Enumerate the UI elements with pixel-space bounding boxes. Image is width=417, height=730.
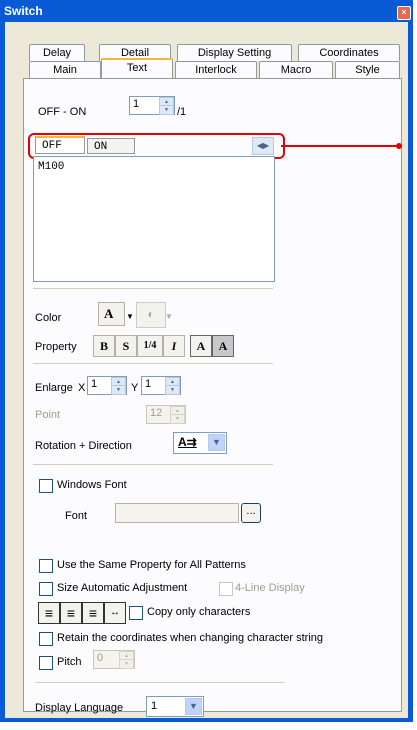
- italic-button[interactable]: I: [163, 335, 185, 357]
- enlarge-y-label: Y: [131, 382, 139, 394]
- rotation-dropdown[interactable]: A⇉ ▼: [173, 432, 227, 454]
- same-property-label: Use the Same Property for All Patterns: [57, 559, 246, 571]
- close-button[interactable]: ×: [397, 6, 411, 20]
- display-language-value: 1: [151, 700, 158, 712]
- separator: [35, 682, 285, 683]
- tab-interlock[interactable]: Interlock: [175, 61, 257, 78]
- retain-coordinates-label: Retain the coordinates when changing cha…: [57, 632, 323, 644]
- align-left-icon[interactable]: ≡: [38, 602, 60, 624]
- normal-style-button[interactable]: A: [190, 335, 212, 357]
- tab-style[interactable]: Style: [335, 61, 400, 78]
- copy-only-checkbox[interactable]: [129, 606, 143, 620]
- pitch-label: Pitch: [57, 656, 82, 668]
- point-spinner[interactable]: 12 ▲ ▼: [146, 405, 186, 424]
- chevron-down-icon[interactable]: ▼: [185, 698, 202, 715]
- separator: [33, 464, 273, 465]
- background-color-icon[interactable]: ◐: [136, 302, 166, 328]
- dialog-window: Switch × Delay Detail Display Setting Co…: [0, 0, 413, 722]
- windows-font-label: Windows Font: [57, 479, 127, 491]
- spin-down-icon[interactable]: ▼: [119, 659, 134, 669]
- point-value: 12: [150, 407, 163, 419]
- off-on-spinner[interactable]: 1 ▲ ▼: [129, 96, 175, 115]
- separator: [33, 288, 273, 289]
- pitch-spinner[interactable]: 0 ▲ ▼: [93, 650, 135, 669]
- window-title: Switch: [4, 4, 43, 18]
- bold-button[interactable]: B: [93, 335, 115, 357]
- color-label: Color: [35, 312, 62, 324]
- subtab-on[interactable]: ON: [87, 138, 135, 154]
- point-label: Point: [35, 409, 61, 421]
- reverse-style-button[interactable]: A: [212, 335, 234, 357]
- off-on-value: 1: [133, 98, 140, 110]
- off-on-total: /1: [177, 106, 187, 118]
- size-auto-label: Size Automatic Adjustment: [57, 582, 188, 594]
- dropdown-arrow-icon[interactable]: ▼: [165, 312, 173, 321]
- enlarge-x-label: X: [78, 382, 86, 394]
- tab-display-setting[interactable]: Display Setting: [177, 44, 292, 61]
- dialog-client: Delay Detail Display Setting Coordinates…: [5, 22, 408, 718]
- pitch-value: 0: [97, 652, 104, 664]
- property-label: Property: [35, 341, 77, 353]
- retain-coordinates-checkbox[interactable]: [39, 632, 53, 646]
- same-property-checkbox[interactable]: [39, 559, 53, 573]
- tab-text[interactable]: Text: [101, 58, 173, 78]
- callout-line: [281, 145, 398, 147]
- title-bar: Switch ×: [0, 0, 413, 22]
- align-center-icon[interactable]: ≡: [60, 602, 82, 624]
- font-browse-button[interactable]: ...: [241, 503, 261, 523]
- quarter-size-button[interactable]: 1/4: [137, 335, 163, 357]
- four-line-label: 4-Line Display: [235, 582, 305, 594]
- display-language-label: Display Language: [35, 702, 124, 714]
- rotation-label: Rotation + Direction: [35, 440, 132, 452]
- subtab-scroll-icon[interactable]: ◀▶: [252, 137, 274, 155]
- enlarge-y-value: 1: [145, 378, 152, 390]
- callout-dot: [396, 143, 402, 149]
- text-content-area[interactable]: M100: [33, 156, 275, 282]
- tab-main[interactable]: Main: [29, 61, 101, 78]
- text-content: M100: [38, 161, 65, 173]
- size-auto-checkbox[interactable]: [39, 582, 53, 596]
- spin-down-icon[interactable]: ▼: [170, 414, 185, 424]
- enlarge-label: Enlarge: [35, 382, 73, 394]
- font-color-button[interactable]: A: [98, 302, 125, 326]
- tab-coordinates[interactable]: Coordinates: [298, 44, 400, 61]
- display-language-dropdown[interactable]: 1 ▼: [146, 696, 204, 717]
- tab-delay[interactable]: Delay: [29, 44, 85, 61]
- font-label: Font: [65, 510, 88, 522]
- windows-font-checkbox[interactable]: [39, 479, 53, 493]
- tab-macro[interactable]: Macro: [259, 61, 333, 78]
- enlarge-x-spinner[interactable]: 1 ▲ ▼: [87, 376, 127, 395]
- spin-down-icon[interactable]: ▼: [165, 385, 180, 395]
- enlarge-y-spinner[interactable]: 1 ▲ ▼: [141, 376, 181, 395]
- copy-only-label: Copy only characters: [147, 606, 251, 618]
- enlarge-x-value: 1: [91, 378, 98, 390]
- align-right-icon[interactable]: ≡: [82, 602, 104, 624]
- pitch-checkbox[interactable]: [39, 656, 53, 670]
- chevron-down-icon[interactable]: ▼: [208, 434, 225, 451]
- text-direction-icon: A⇉: [178, 435, 197, 449]
- char-spacing-icon[interactable]: ↔: [104, 602, 126, 624]
- dropdown-arrow-icon[interactable]: ▼: [126, 312, 134, 321]
- four-line-checkbox[interactable]: [219, 582, 233, 596]
- subtab-off[interactable]: OFF: [35, 136, 85, 154]
- font-field[interactable]: [115, 503, 239, 523]
- spin-down-icon[interactable]: ▼: [159, 105, 174, 115]
- separator: [33, 363, 273, 364]
- spin-down-icon[interactable]: ▼: [111, 385, 126, 395]
- shadow-button[interactable]: S: [115, 335, 137, 357]
- off-on-label: OFF - ON: [38, 106, 87, 118]
